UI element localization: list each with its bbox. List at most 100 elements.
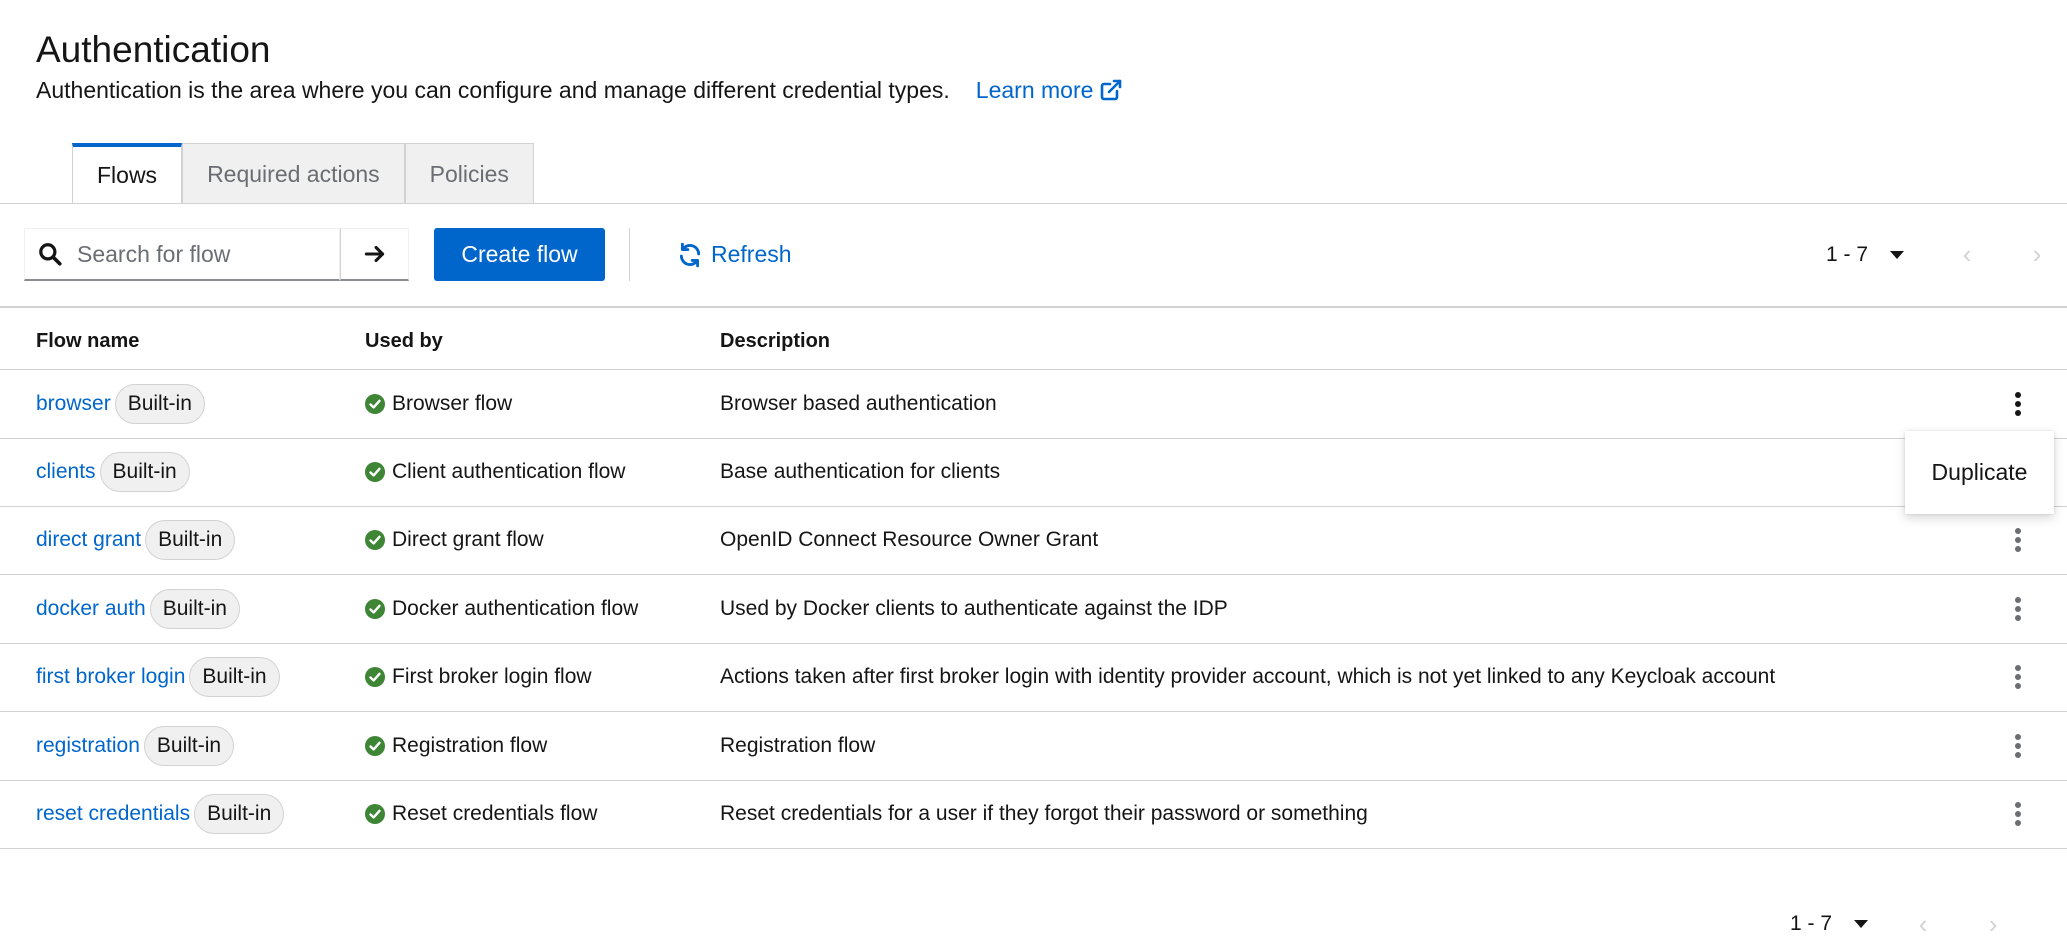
description-cell: Registration flow (720, 733, 876, 757)
row-actions-toggle[interactable] (2000, 506, 2036, 574)
row-actions-menu: Duplicate (1905, 431, 2054, 514)
description-cell: Actions taken after first broker login w… (720, 665, 1776, 688)
next-page-button-bottom[interactable]: › (1978, 909, 2008, 940)
tab-policies[interactable]: Policies (404, 143, 534, 204)
used-by-cell: First broker login flow (365, 643, 592, 711)
used-by-text: Registration flow (392, 733, 548, 757)
description-cell: Reset credentials for a user if they for… (720, 802, 1368, 825)
table-row: registration Built-in Registration flow … (0, 712, 2067, 781)
row-actions-toggle[interactable] (2000, 712, 2036, 780)
flow-name-link[interactable]: first broker login (36, 665, 185, 689)
search-box[interactable] (24, 228, 340, 281)
flow-name-cell: reset credentials Built-in (36, 780, 285, 848)
search-group (24, 228, 409, 281)
create-flow-button[interactable]: Create flow (434, 228, 605, 281)
tab-flows[interactable]: Flows (72, 143, 183, 204)
row-actions-toggle[interactable] (2000, 370, 2036, 438)
learn-more-link[interactable]: Learn more (976, 74, 1124, 106)
flow-name-link[interactable]: browser (36, 392, 111, 416)
refresh-button[interactable]: Refresh (677, 228, 792, 281)
caret-down-icon (1854, 920, 1869, 928)
toolbar-divider (629, 228, 630, 281)
used-by-text: Reset credentials flow (392, 802, 598, 825)
built-in-badge: Built-in (145, 520, 236, 560)
flow-name-link[interactable]: reset credentials (36, 802, 190, 826)
check-circle-icon (365, 598, 385, 619)
table-row: reset credentials Built-in Reset credent… (0, 780, 2067, 849)
used-by-cell: Browser flow (365, 370, 512, 438)
toolbar: Create flow Refresh 1 - 7 ‹ › (0, 204, 2067, 307)
row-actions-toggle[interactable] (2000, 643, 2036, 711)
kebab-icon (2015, 802, 2021, 826)
table-row: clients Built-in Client authentication f… (0, 438, 2067, 507)
next-page-button[interactable]: › (2022, 239, 2052, 270)
pagination-count: 1 - 7 (1826, 242, 1869, 266)
used-by-text: Browser flow (392, 392, 513, 415)
arrow-right-icon (364, 245, 384, 263)
used-by-cell: Client authentication flow (365, 438, 625, 506)
search-submit-button[interactable] (340, 228, 409, 281)
flow-name-cell: browser Built-in (36, 370, 205, 438)
pagination-bottom: 1 - 7 ‹ › (1790, 904, 2008, 944)
used-by-cell: Reset credentials flow (365, 780, 597, 848)
check-circle-icon (365, 394, 385, 414)
flow-name-link[interactable]: direct grant (36, 528, 141, 552)
used-by-cell: Docker authentication flow (365, 575, 638, 643)
pagination-count-bottom: 1 - 7 (1790, 912, 1833, 935)
pagination-top: 1 - 7 ‹ › (1826, 228, 2052, 281)
flow-name-link[interactable]: docker auth (36, 597, 146, 621)
page-title: Authentication (36, 29, 271, 70)
flow-name-cell: docker auth Built-in (36, 575, 240, 643)
external-link-icon (1101, 79, 1122, 101)
table-row: docker auth Built-in Docker authenticati… (0, 575, 2067, 644)
check-circle-icon (365, 667, 385, 687)
table-top-divider (0, 306, 2067, 308)
column-header-description[interactable]: Description (720, 326, 830, 356)
flow-name-cell: direct grant Built-in (36, 506, 236, 574)
used-by-cell: Direct grant flow (365, 506, 544, 574)
flow-name-link[interactable]: clients (36, 460, 96, 484)
check-circle-icon (365, 735, 385, 756)
table-row: direct grant Built-in Direct grant flow … (0, 506, 2067, 575)
table-row: browser Built-in Browser flow Browser ba… (0, 369, 2067, 439)
previous-page-button[interactable]: ‹ (1952, 239, 1982, 270)
row-actions-toggle[interactable] (2000, 780, 2036, 848)
kebab-icon (2015, 596, 2021, 621)
tab-required-actions[interactable]: Required actions (182, 143, 405, 204)
description-cell: Browser based authentication (720, 392, 997, 415)
duplicate-menu-item[interactable]: Duplicate (1932, 459, 2028, 486)
built-in-badge: Built-in (114, 384, 205, 424)
built-in-badge: Built-in (143, 725, 235, 766)
check-circle-icon (365, 804, 385, 824)
refresh-icon (679, 242, 701, 267)
check-circle-icon (365, 530, 385, 550)
page-description-text: Authentication is the area where you can… (36, 77, 950, 103)
used-by-text: Docker authentication flow (392, 596, 639, 620)
column-header-flow-name[interactable]: Flow name (36, 326, 139, 356)
built-in-badge: Built-in (189, 657, 280, 697)
kebab-icon (2015, 392, 2021, 416)
description-cell: Used by Docker clients to authenticate a… (720, 596, 1228, 620)
row-actions-toggle[interactable] (2000, 575, 2036, 643)
flow-name-cell: first broker login Built-in (36, 643, 280, 711)
search-icon (39, 243, 62, 266)
learn-more-label: Learn more (975, 77, 1094, 103)
per-page-toggle-bottom[interactable]: 1 - 7 (1790, 912, 1869, 936)
flow-name-link[interactable]: registration (36, 734, 140, 758)
used-by-text: First broker login flow (392, 665, 592, 688)
tab-bar: Flows Required actions Policies (72, 143, 534, 204)
description-cell: OpenID Connect Resource Owner Grant (720, 528, 1099, 551)
used-by-text: Client authentication flow (392, 459, 626, 483)
column-header-used-by[interactable]: Used by (365, 326, 443, 356)
per-page-toggle[interactable]: 1 - 7 (1826, 242, 1905, 267)
flow-name-cell: registration Built-in (36, 712, 235, 780)
search-input[interactable] (75, 239, 329, 269)
page-description: Authentication is the area where you can… (36, 74, 1123, 106)
used-by-cell: Registration flow (365, 712, 547, 780)
table-row: first broker login Built-in First broker… (0, 643, 2067, 712)
caret-down-icon (1890, 250, 1905, 259)
previous-page-button-bottom[interactable]: ‹ (1908, 909, 1938, 940)
kebab-icon (2015, 528, 2021, 552)
check-circle-icon (365, 461, 385, 482)
built-in-badge: Built-in (149, 588, 240, 629)
